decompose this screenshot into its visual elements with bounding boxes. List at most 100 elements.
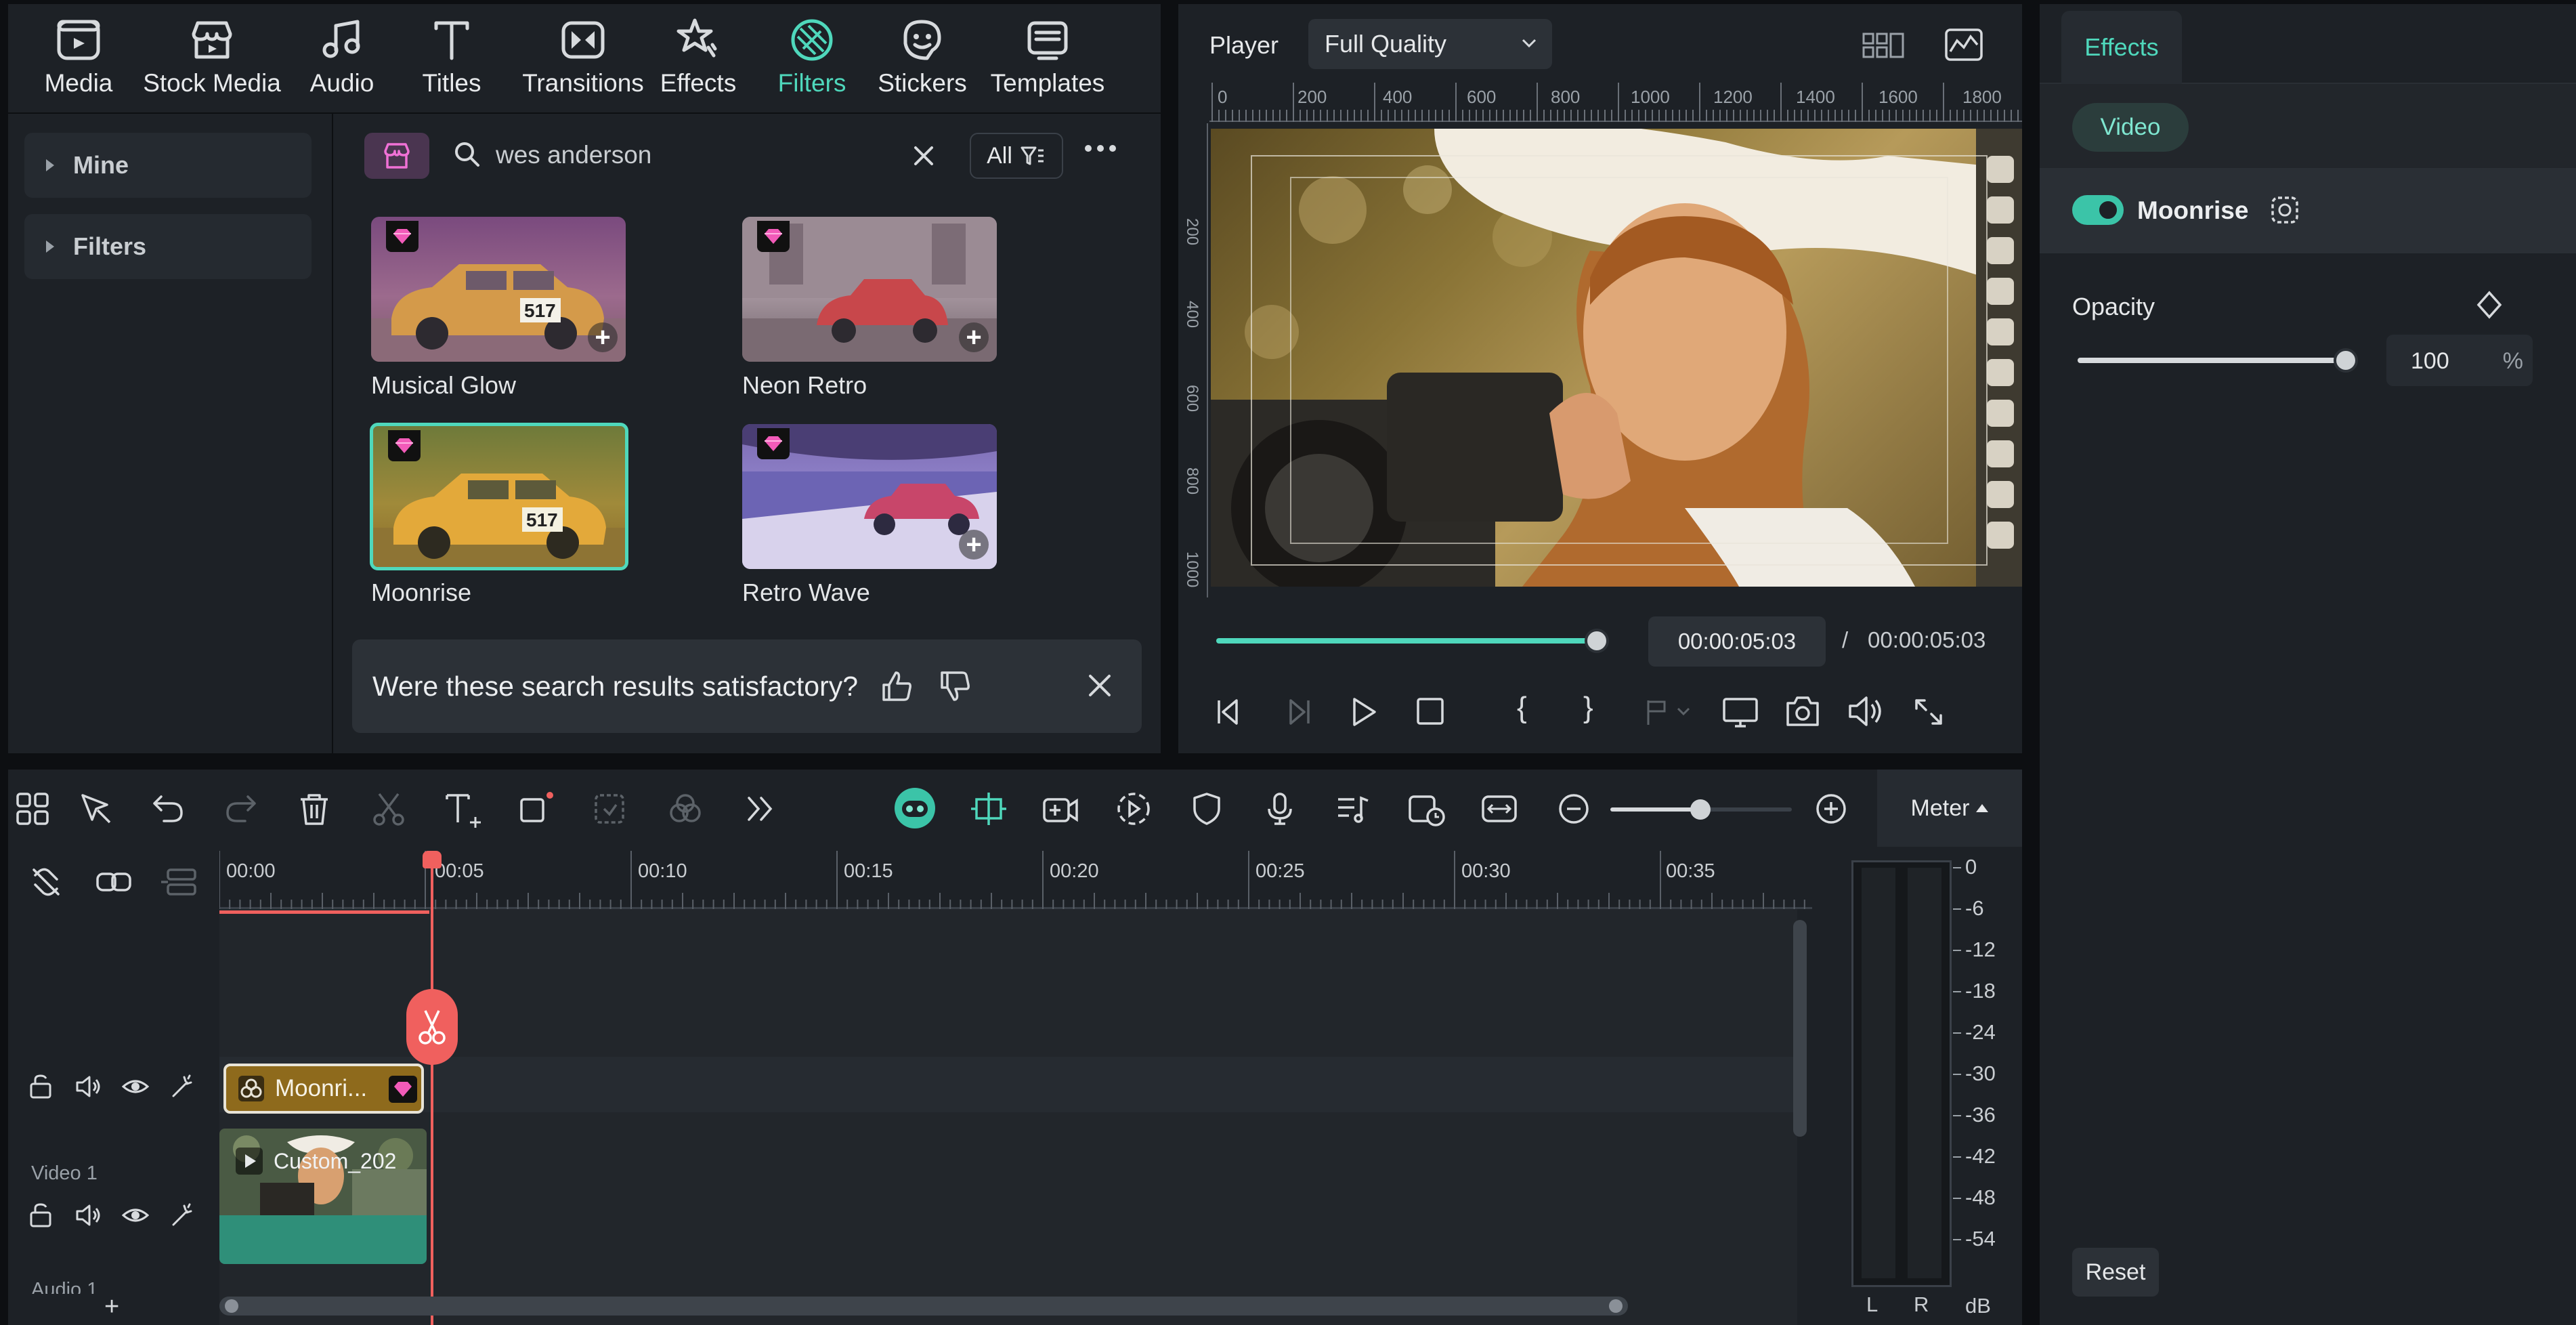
opacity-slider[interactable] [2078, 348, 2358, 373]
play-icon[interactable] [1345, 695, 1381, 729]
filter-thumbnail-neon-retro[interactable]: + [742, 217, 997, 362]
store-button[interactable] [364, 133, 429, 179]
stop-icon[interactable] [1411, 695, 1448, 729]
tab-transitions[interactable]: Transitions [505, 4, 661, 112]
next-frame-icon[interactable] [1279, 695, 1315, 729]
add-filter-button[interactable]: + [959, 322, 989, 352]
display-settings-icon[interactable] [1720, 695, 1761, 729]
playhead-handle[interactable] [423, 851, 442, 868]
effect-toggle[interactable] [2072, 195, 2124, 225]
link-icon[interactable] [93, 864, 134, 900]
filter-thumbnail-moonrise[interactable]: 517 [370, 423, 628, 570]
fullscreen-icon[interactable] [1911, 695, 1946, 729]
tab-stock-media[interactable]: Stock Media [134, 4, 290, 112]
snap-icon[interactable] [968, 790, 1009, 828]
mute-icon[interactable] [74, 1202, 102, 1229]
ai-mate-icon[interactable] [893, 786, 937, 830]
opacity-slider-handle[interactable] [2334, 348, 2358, 373]
scopes-icon[interactable] [1944, 24, 1984, 65]
playhead[interactable] [431, 852, 433, 1325]
unlink-icon[interactable] [28, 864, 64, 900]
microphone-icon[interactable] [1261, 790, 1299, 828]
track-manager-icon[interactable] [158, 864, 199, 900]
filter-dropdown[interactable]: All [970, 133, 1063, 179]
visibility-icon[interactable] [122, 1073, 149, 1100]
layout-icon[interactable] [14, 790, 51, 828]
close-feedback-icon[interactable] [1086, 672, 1113, 699]
add-clip-icon[interactable] [1040, 790, 1081, 828]
thumbs-down-icon[interactable] [937, 667, 974, 705]
tab-audio[interactable]: Audio [291, 4, 393, 112]
tab-titles[interactable]: Titles [401, 4, 502, 112]
text-tool-icon[interactable] [442, 790, 484, 828]
meter-toggle[interactable]: Meter [1877, 770, 2022, 847]
fit-icon[interactable] [1479, 790, 1520, 828]
auto-reframe-icon[interactable] [1113, 790, 1154, 828]
mark-in-button[interactable]: { [1517, 691, 1527, 725]
add-filter-button[interactable]: + [959, 530, 989, 560]
speed-icon[interactable] [1406, 790, 1446, 828]
volume-icon[interactable] [1846, 694, 1887, 729]
zoom-out-icon[interactable] [1555, 790, 1593, 828]
tree-item-filters[interactable]: Filters [24, 214, 312, 279]
magic-wand-icon[interactable] [169, 1073, 196, 1100]
scroll-start-handle[interactable] [225, 1299, 238, 1313]
redo-icon[interactable] [222, 790, 260, 828]
subtab-video[interactable]: Video [2072, 103, 2189, 152]
thumbs-up-icon[interactable] [878, 667, 916, 705]
video-clip[interactable]: Custom_202 [219, 1129, 427, 1264]
delete-icon[interactable] [295, 790, 333, 828]
split-icon[interactable] [370, 790, 408, 828]
visibility-icon[interactable] [122, 1202, 149, 1229]
reset-button[interactable]: Reset [2072, 1248, 2159, 1297]
magic-wand-icon[interactable] [169, 1202, 196, 1229]
zoom-slider[interactable] [1610, 799, 1792, 820]
shield-icon[interactable] [1188, 790, 1226, 828]
select-tool-icon[interactable] [77, 790, 115, 828]
search-input[interactable]: wes anderson [496, 141, 651, 169]
keyframe-diamond-icon[interactable] [2473, 289, 2506, 321]
track-area[interactable] [219, 909, 1797, 1325]
ai-tool-icon[interactable] [591, 790, 628, 828]
filter-clip[interactable]: Moonri... [223, 1064, 424, 1114]
music-list-icon[interactable] [1334, 790, 1372, 828]
add-filter-button[interactable]: + [588, 322, 618, 352]
split-playhead-button[interactable] [406, 989, 458, 1065]
mark-out-button[interactable]: } [1583, 691, 1593, 725]
tree-item-mine[interactable]: Mine [24, 133, 312, 198]
video-preview[interactable] [1211, 129, 2022, 587]
layout-grid-icon[interactable] [1861, 28, 1906, 62]
scroll-end-handle[interactable] [1609, 1299, 1623, 1313]
tab-media[interactable]: Media [24, 4, 133, 112]
tab-templates[interactable]: Templates [976, 4, 1119, 112]
mask-icon[interactable] [2269, 194, 2301, 226]
clear-search-icon[interactable] [911, 144, 936, 168]
mute-icon[interactable] [74, 1073, 102, 1100]
tab-effects-properties[interactable]: Effects [2061, 11, 2182, 84]
more-tools-icon[interactable] [741, 790, 779, 828]
tab-filters[interactable]: Filters [761, 4, 863, 112]
tab-stickers[interactable]: Stickers [868, 4, 976, 112]
quality-dropdown[interactable]: Full Quality [1308, 19, 1552, 69]
progress-handle[interactable] [1585, 629, 1609, 653]
opacity-input[interactable]: 100 % [2386, 335, 2533, 386]
undo-icon[interactable] [149, 790, 187, 828]
filter-thumbnail-musical-glow[interactable]: 517 + [371, 217, 626, 362]
current-time[interactable]: 00:00:05:03 [1648, 616, 1826, 667]
crop-icon[interactable] [516, 790, 557, 828]
snapshot-icon[interactable] [1784, 694, 1822, 729]
lock-icon[interactable] [27, 1202, 54, 1229]
playback-progress[interactable] [1216, 629, 1609, 653]
color-icon[interactable] [666, 790, 704, 828]
more-options-button[interactable] [1085, 145, 1116, 152]
filter-thumbnail-retro-wave[interactable]: + [742, 424, 997, 569]
tab-effects[interactable]: Effects [647, 4, 749, 112]
add-track-button[interactable]: + [104, 1292, 119, 1322]
zoom-in-icon[interactable] [1812, 790, 1850, 828]
horizontal-scrollbar[interactable] [219, 1297, 1628, 1316]
previous-frame-icon[interactable] [1212, 695, 1249, 729]
lock-icon[interactable] [27, 1073, 54, 1100]
marker-dropdown-icon[interactable] [1643, 698, 1697, 728]
vertical-scrollbar[interactable] [1793, 920, 1807, 1137]
zoom-slider-handle[interactable] [1690, 799, 1711, 820]
